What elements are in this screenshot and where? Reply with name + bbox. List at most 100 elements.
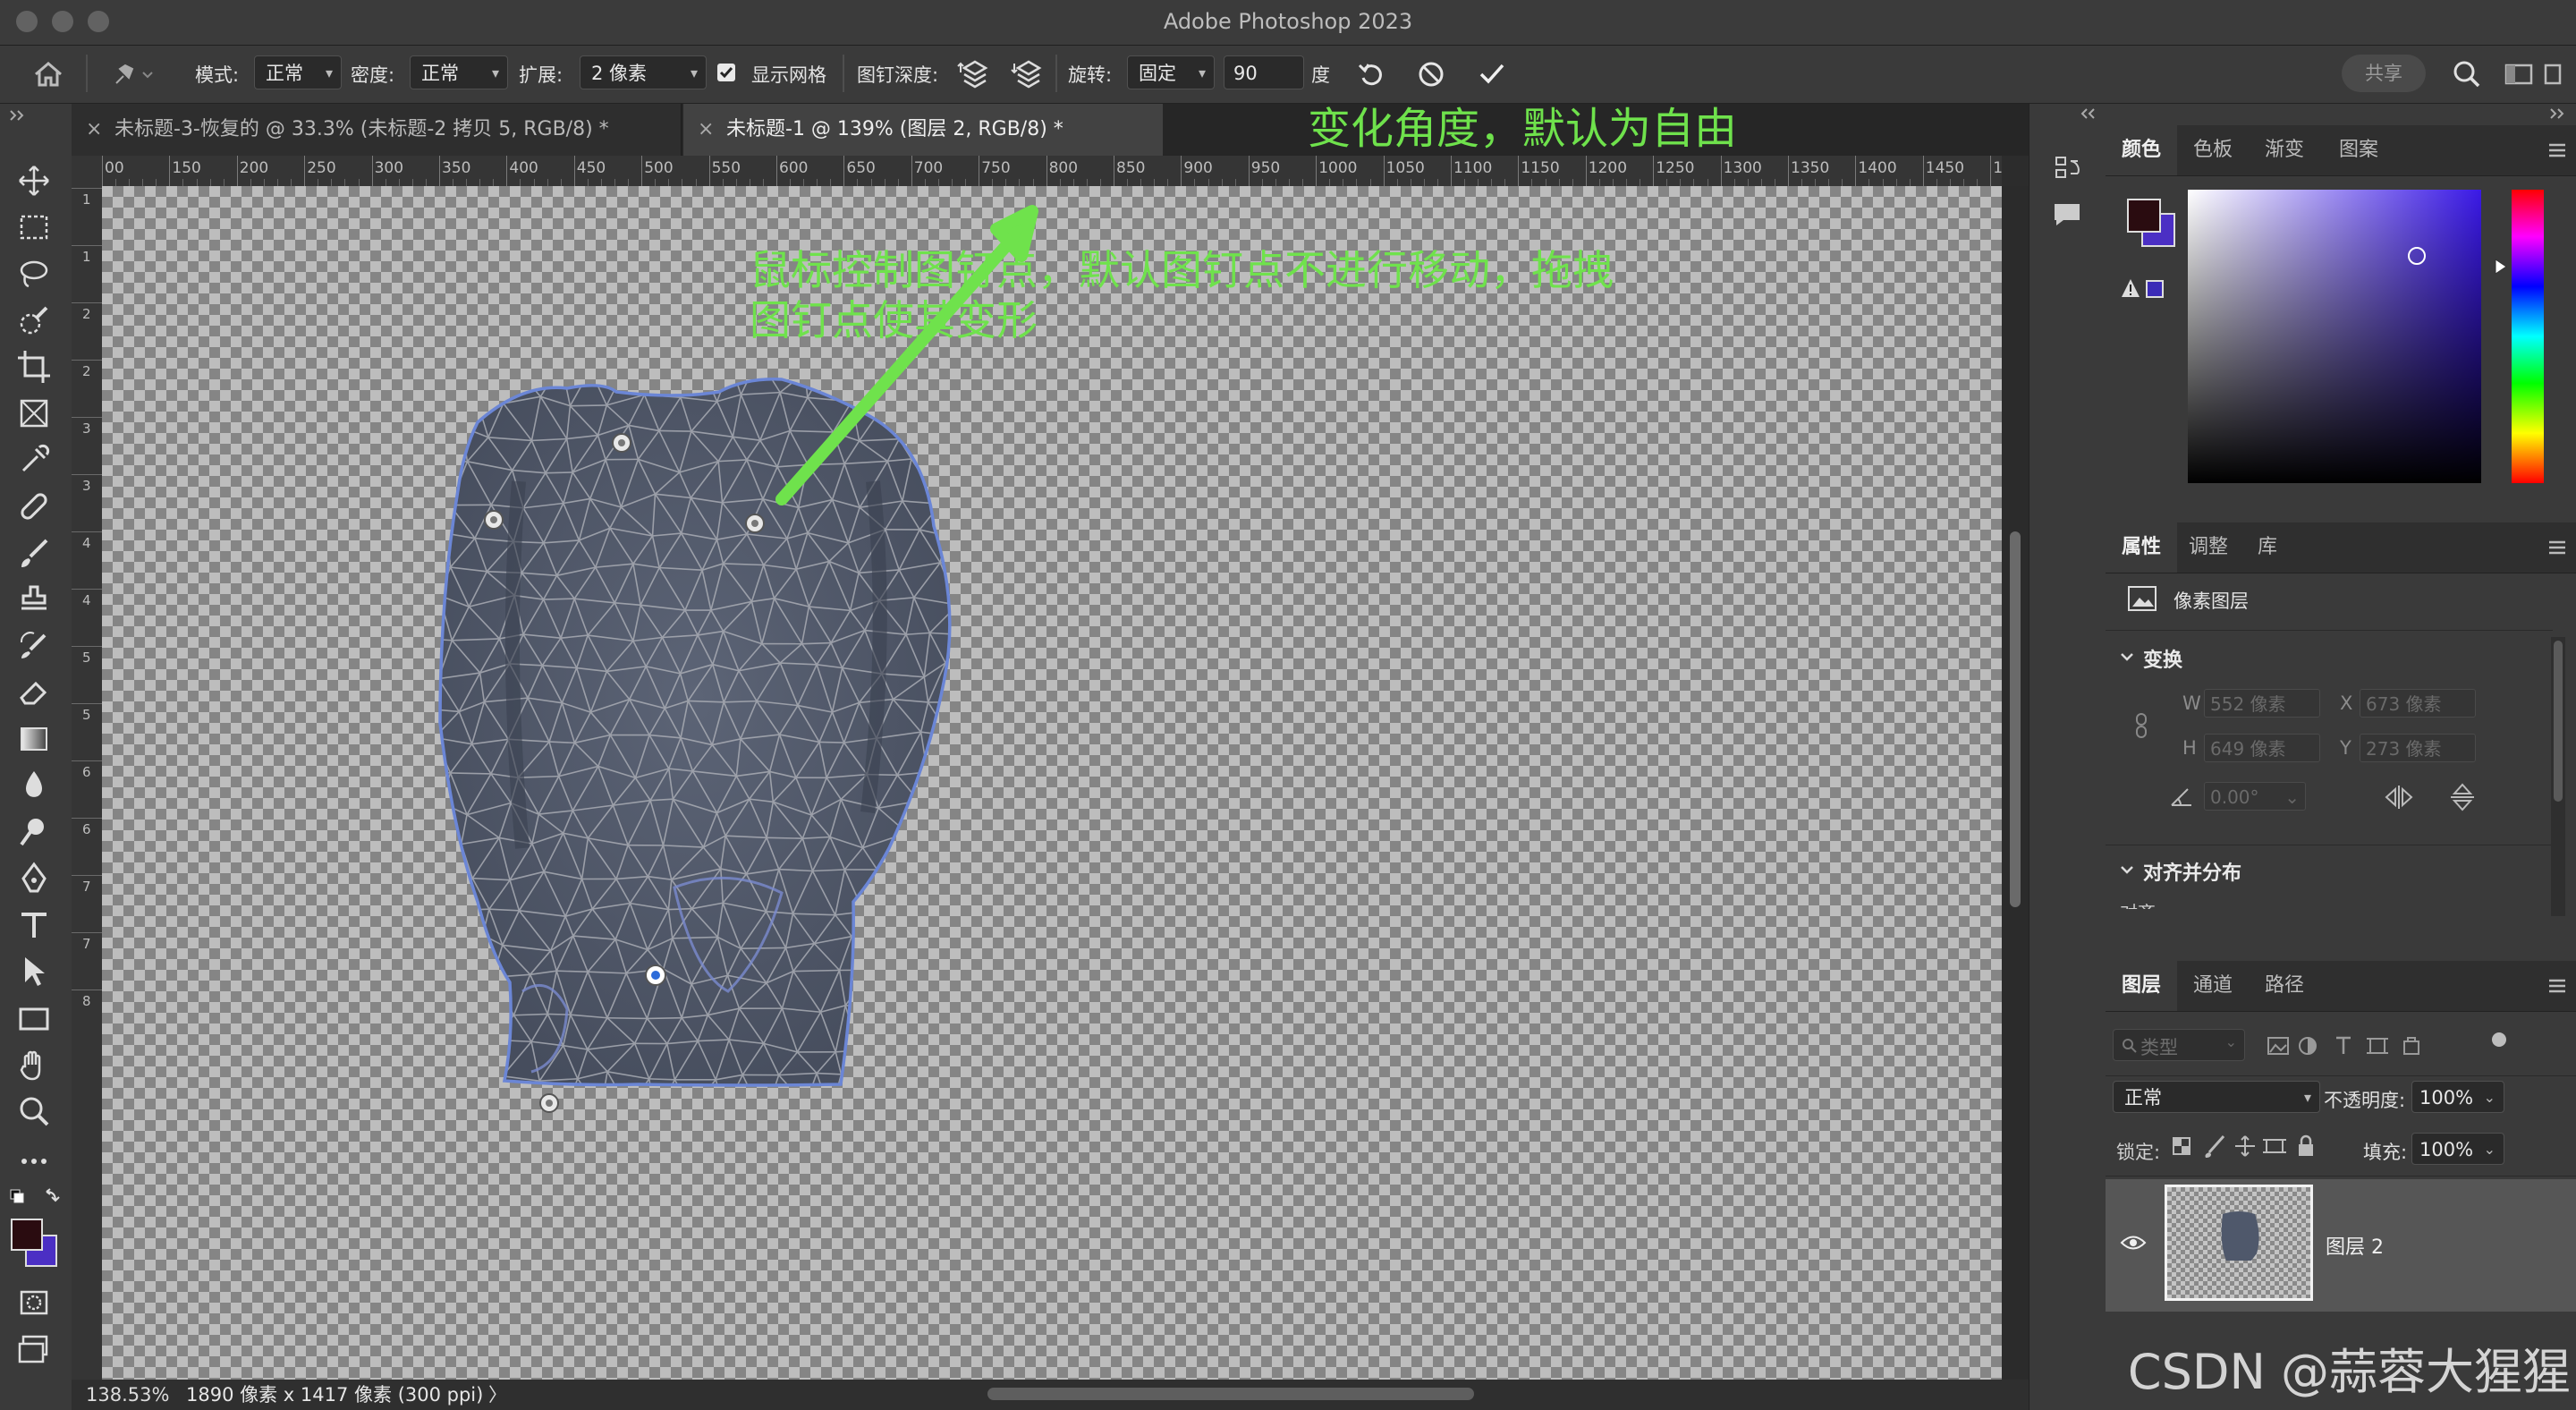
gradient-tool-icon[interactable] — [14, 719, 54, 759]
fill-field[interactable]: 100% ⌄ — [2411, 1133, 2504, 1165]
horizontal-scroll-thumb[interactable] — [987, 1388, 1474, 1400]
pen-tool-icon[interactable] — [14, 859, 54, 898]
density-select[interactable]: 正常 ▾ — [410, 55, 508, 89]
history-brush-tool-icon[interactable] — [14, 626, 54, 666]
color-swatch-pair[interactable] — [2123, 195, 2177, 249]
tab-color[interactable]: 颜色 — [2106, 125, 2177, 175]
dodge-tool-icon[interactable] — [14, 812, 54, 852]
panel-toggle-icon[interactable] — [2540, 56, 2567, 92]
marquee-tool-icon[interactable] — [14, 208, 54, 247]
workspace-icon[interactable] — [2501, 56, 2537, 92]
home-icon[interactable] — [30, 56, 66, 92]
cancel-warp-icon[interactable] — [1413, 56, 1449, 92]
foreground-color-swatch[interactable] — [2127, 199, 2161, 233]
close-tab-icon[interactable]: × — [86, 104, 102, 156]
hue-slider[interactable] — [2512, 190, 2544, 483]
comments-panel-icon[interactable] — [2049, 197, 2085, 233]
pin-point-1[interactable] — [612, 433, 631, 453]
collapse-toolbar-icon[interactable] — [9, 109, 27, 122]
rotate-angle-input[interactable]: 90 — [1224, 55, 1304, 89]
zoom-tool-icon[interactable] — [14, 1091, 54, 1131]
eye-icon[interactable] — [2120, 1233, 2147, 1253]
pin-point-3[interactable] — [745, 514, 765, 533]
color-picker-field[interactable] — [2188, 190, 2481, 483]
document-tab-1[interactable]: × 未标题-3-恢复的 @ 33.3% (未标题-2 拷贝 5, RGB/8) … — [72, 104, 682, 156]
width-field[interactable]: 552 像素 — [2204, 689, 2320, 718]
rotate-mode-select[interactable]: 固定 ▾ — [1127, 55, 1215, 89]
layer-row[interactable]: 图层 2 — [2106, 1179, 2576, 1312]
color-picker-cursor[interactable] — [2408, 247, 2426, 265]
opacity-field[interactable]: 100% ⌄ — [2411, 1081, 2504, 1113]
quick-select-tool-icon[interactable] — [14, 301, 54, 340]
move-tool-icon[interactable] — [14, 161, 54, 200]
pin-point-selected[interactable] — [645, 964, 666, 986]
commit-warp-icon[interactable] — [1474, 56, 1510, 92]
tab-paths[interactable]: 路径 — [2249, 961, 2320, 1011]
hue-slider-marker-icon[interactable] — [2494, 258, 2508, 276]
chevron-down-icon[interactable] — [2118, 648, 2136, 666]
layer-filter-icons[interactable] — [2265, 1034, 2444, 1058]
quick-mask-icon[interactable] — [14, 1283, 54, 1322]
y-field[interactable]: 273 像素 — [2360, 734, 2476, 762]
expansion-select[interactable]: 2 像素 ▾ — [580, 55, 707, 89]
blend-mode-select[interactable]: 正常 ▾ — [2113, 1081, 2320, 1113]
out-of-gamut-warning-icon[interactable] — [2120, 277, 2165, 301]
align-section-title[interactable]: 对齐并分布 — [2143, 857, 2241, 886]
mode-select[interactable]: 正常 ▾ — [254, 55, 342, 89]
chevron-down-icon[interactable] — [2118, 861, 2136, 879]
transform-section-title[interactable]: 变换 — [2143, 644, 2182, 673]
vertical-scrollbar[interactable] — [2002, 186, 2029, 1380]
blur-tool-icon[interactable] — [14, 766, 54, 805]
document-canvas[interactable]: 鼠标控制图钉点，默认图钉点不进行移动，拖拽 图钉点使其变形 — [102, 186, 2002, 1380]
tab-libraries[interactable]: 库 — [2240, 522, 2295, 573]
expand-panels-icon[interactable] — [2549, 107, 2567, 120]
lock-options-icons[interactable] — [2170, 1133, 2331, 1159]
puppet-warp-layer[interactable] — [102, 186, 2002, 1380]
reset-pins-icon[interactable] — [1354, 56, 1390, 92]
history-panel-icon[interactable] — [2049, 150, 2085, 186]
crop-tool-icon[interactable] — [14, 347, 54, 386]
pin-tool-preset-icon[interactable] — [106, 56, 153, 92]
pin-point-5[interactable] — [539, 1093, 559, 1113]
hand-tool-icon[interactable] — [14, 1045, 54, 1084]
foreground-color-swatch[interactable] — [11, 1219, 43, 1251]
panel-menu-icon[interactable] — [2546, 140, 2569, 161]
pin-depth-front-icon[interactable] — [957, 56, 993, 92]
zoom-level[interactable]: 138.53% — [86, 1380, 169, 1410]
close-tab-icon[interactable]: × — [698, 104, 714, 156]
tab-swatches[interactable]: 色板 — [2177, 125, 2249, 175]
tab-gradients[interactable]: 渐变 — [2249, 125, 2320, 175]
panel-menu-icon[interactable] — [2546, 537, 2569, 558]
layer-thumbnail[interactable] — [2165, 1185, 2313, 1301]
x-field[interactable]: 673 像素 — [2360, 689, 2476, 718]
search-icon[interactable] — [2449, 56, 2485, 92]
filter-toggle[interactable] — [2492, 1032, 2506, 1047]
eraser-tool-icon[interactable] — [14, 673, 54, 712]
height-field[interactable]: 649 像素 — [2204, 734, 2320, 762]
fg-bg-color-swatch[interactable] — [9, 1217, 63, 1267]
tab-layers[interactable]: 图层 — [2106, 961, 2177, 1011]
angle-field[interactable]: 0.00° ⌄ — [2204, 782, 2306, 811]
layer-name[interactable]: 图层 2 — [2326, 1231, 2384, 1260]
pin-depth-back-icon[interactable] — [1011, 56, 1046, 92]
pin-point-2[interactable] — [484, 510, 504, 530]
flip-vertical-icon[interactable] — [2449, 782, 2476, 812]
show-mesh-checkbox[interactable] — [717, 64, 735, 81]
flip-horizontal-icon[interactable] — [2383, 784, 2415, 811]
screen-mode-icon[interactable] — [14, 1329, 54, 1369]
frame-tool-icon[interactable] — [14, 394, 54, 433]
tab-adjustments[interactable]: 调整 — [2177, 522, 2240, 573]
more-tools-icon[interactable] — [14, 1142, 54, 1181]
tab-patterns[interactable]: 图案 — [2320, 125, 2397, 175]
stamp-tool-icon[interactable] — [14, 580, 54, 619]
properties-scrollbar[interactable] — [2551, 637, 2565, 916]
rectangle-tool-icon[interactable] — [14, 998, 54, 1038]
tab-properties[interactable]: 属性 — [2106, 522, 2177, 573]
default-colors-icon[interactable] — [9, 1188, 63, 1211]
brush-tool-icon[interactable] — [14, 533, 54, 573]
layer-filter-select[interactable]: 类型 ⌄ — [2113, 1029, 2245, 1061]
type-tool-icon[interactable] — [14, 905, 54, 945]
eyedropper-tool-icon[interactable] — [14, 440, 54, 480]
vertical-scroll-thumb[interactable] — [2010, 531, 2021, 907]
status-menu-chevron[interactable]: 〉 — [488, 1380, 507, 1410]
